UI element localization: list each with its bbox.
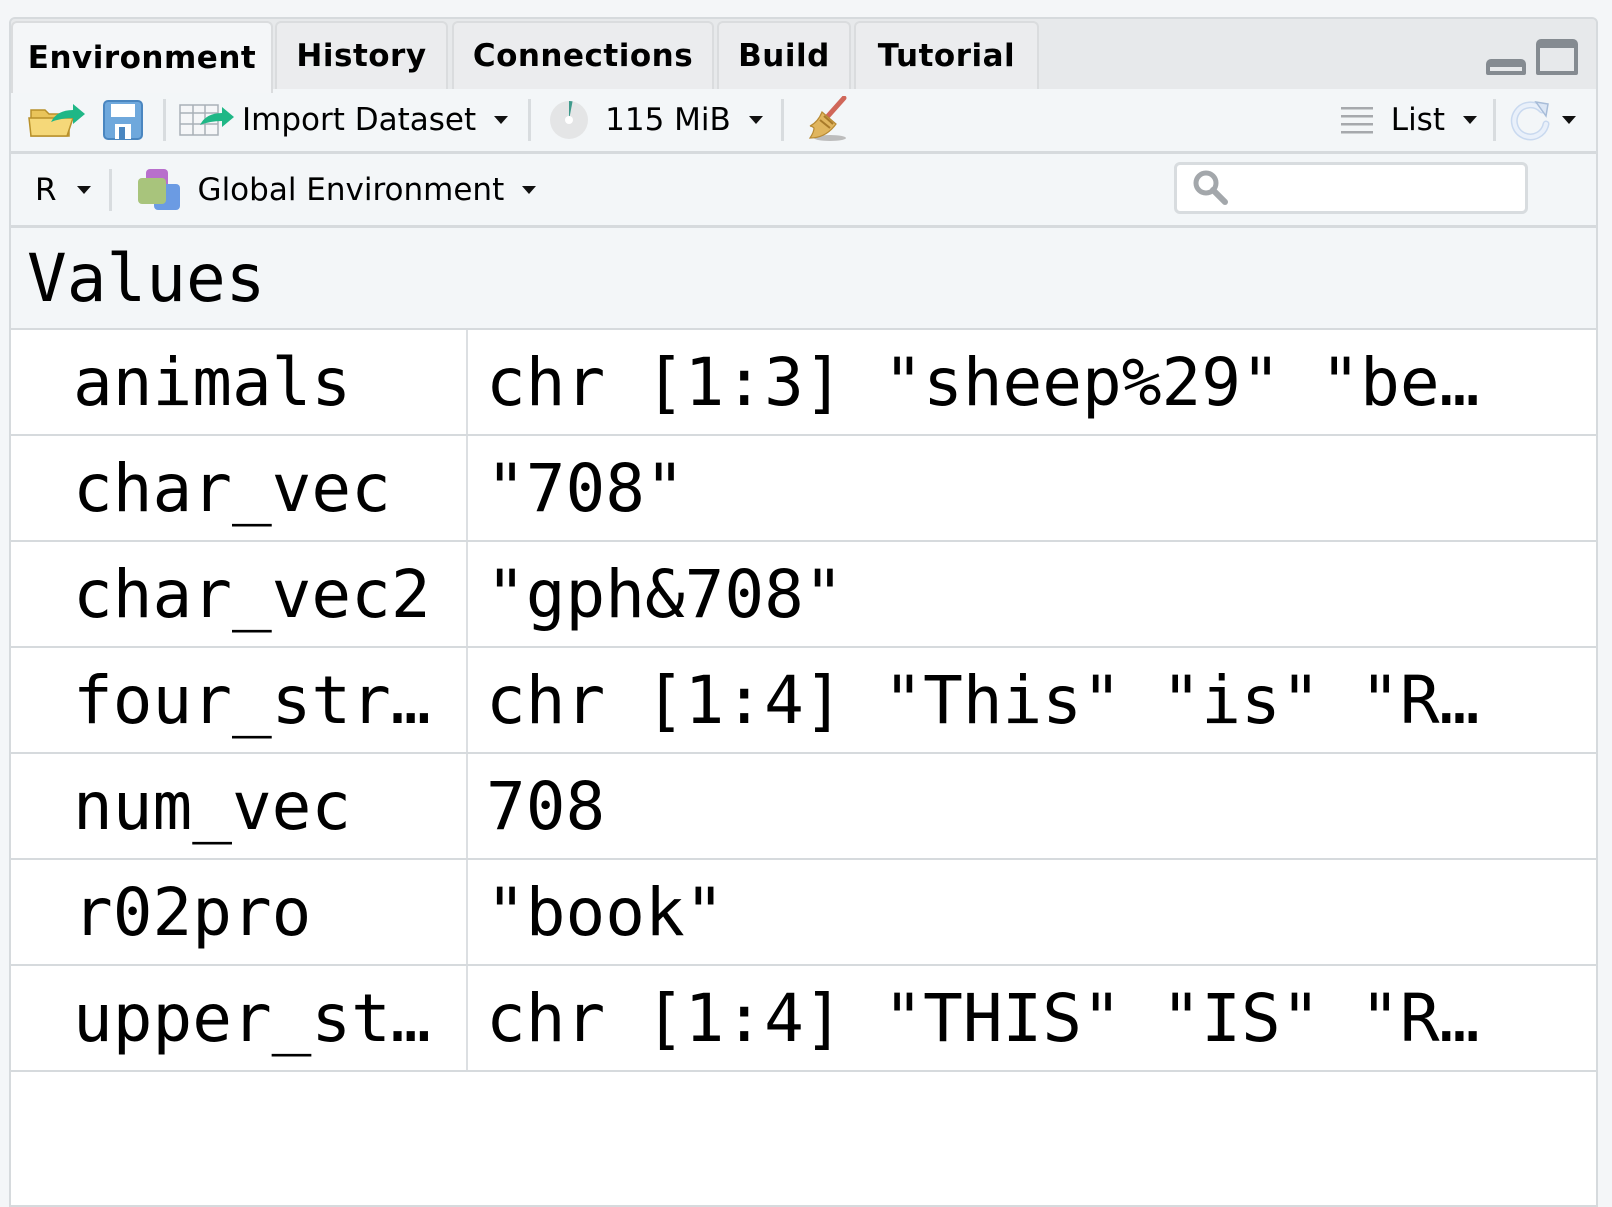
chevron-down-icon — [1562, 116, 1576, 124]
toolbar-divider — [1493, 99, 1496, 141]
variable-name: char_vec — [11, 436, 468, 540]
values-list: animals chr [1:3] "sheep%29" "be… char_ve… — [11, 330, 1596, 1072]
variable-name: r02pro — [11, 860, 468, 964]
tab-label: Connections — [472, 38, 694, 74]
language-selector[interactable]: R — [35, 172, 91, 208]
tab-label: History — [296, 38, 427, 74]
tab-connections[interactable]: Connections — [452, 21, 714, 89]
environment-toolbar: Import Dataset 115 MiB List — [11, 89, 1596, 154]
toolbar-divider — [163, 99, 166, 141]
search-icon — [1191, 168, 1231, 208]
memory-usage-button[interactable]: 115 MiB — [543, 100, 763, 140]
variable-value: "book" — [486, 873, 725, 951]
variable-name: num_vec — [11, 754, 468, 858]
save-workspace-button[interactable] — [103, 100, 143, 140]
variable-value: "708" — [486, 449, 685, 527]
variable-name: upper_st… — [11, 966, 468, 1070]
minimize-pane-icon[interactable] — [1486, 59, 1526, 75]
memory-pie-icon — [549, 100, 589, 140]
variable-value: chr [1:4] "This" "is" "R… — [486, 661, 1480, 739]
variable-name: four_str… — [11, 648, 468, 752]
tab-environment[interactable]: Environment — [11, 21, 273, 93]
environment-pane: Environment History Connections Build Tu… — [9, 17, 1598, 1207]
chevron-down-icon — [1463, 116, 1477, 124]
chevron-down-icon — [522, 185, 537, 194]
table-row[interactable]: char_vec "708" — [11, 436, 1596, 542]
refresh-icon — [1508, 98, 1552, 142]
tab-label: Tutorial — [877, 38, 1016, 74]
load-workspace-button[interactable] — [27, 100, 89, 140]
chevron-down-icon — [748, 116, 763, 124]
environment-stack-icon — [136, 168, 182, 212]
table-row[interactable]: four_str… chr [1:4] "This" "is" "R… — [11, 648, 1596, 754]
pane-window-controls — [1486, 39, 1578, 75]
import-dataset-button[interactable]: Import Dataset — [178, 101, 509, 139]
environment-bar: R Global Environment — [11, 154, 1596, 228]
save-disk-icon — [103, 100, 143, 140]
section-title: Values — [27, 239, 266, 317]
view-mode-label: List — [1390, 102, 1445, 138]
memory-usage-label: 115 MiB — [605, 102, 731, 138]
variable-name: animals — [11, 330, 468, 434]
environment-content: Values animals chr [1:3] "sheep%29" "be… … — [11, 228, 1596, 1205]
open-folder-icon — [27, 100, 89, 140]
list-lines-icon — [1339, 104, 1375, 136]
broom-icon — [802, 96, 852, 144]
table-row[interactable]: char_vec2 "gph&708" — [11, 542, 1596, 648]
tab-build[interactable]: Build — [717, 21, 851, 89]
table-row[interactable]: animals chr [1:3] "sheep%29" "be… — [11, 330, 1596, 436]
chevron-down-icon — [76, 185, 91, 194]
table-row[interactable]: upper_st… chr [1:4] "THIS" "IS" "R… — [11, 966, 1596, 1072]
section-header-values: Values — [11, 228, 1596, 330]
environment-search[interactable] — [1174, 162, 1559, 214]
toolbar-divider — [528, 99, 532, 141]
table-row[interactable]: r02pro "book" — [11, 860, 1596, 966]
search-input[interactable] — [1231, 172, 1559, 204]
variable-value: "gph&708" — [486, 555, 844, 633]
table-row[interactable]: num_vec 708 — [11, 754, 1596, 860]
toolbar-divider — [108, 168, 112, 211]
environment-label: Global Environment — [197, 171, 505, 208]
maximize-pane-icon[interactable] — [1536, 39, 1578, 75]
variable-value: 708 — [486, 767, 606, 845]
variable-name: char_vec2 — [11, 542, 468, 646]
refresh-button[interactable] — [1508, 98, 1576, 142]
import-dataset-label: Import Dataset — [242, 102, 477, 138]
toolbar-divider — [780, 99, 784, 141]
tab-history[interactable]: History — [275, 21, 448, 89]
variable-value: chr [1:4] "THIS" "IS" "R… — [486, 979, 1480, 1057]
chevron-down-icon — [494, 116, 509, 124]
tab-bar: Environment History Connections Build Tu… — [11, 19, 1596, 93]
environment-selector[interactable]: Global Environment — [136, 168, 537, 212]
view-mode-button[interactable]: List — [1339, 102, 1477, 138]
clear-workspace-button[interactable] — [802, 96, 852, 144]
language-label: R — [35, 171, 57, 208]
import-table-icon — [178, 101, 234, 139]
variable-value: chr [1:3] "sheep%29" "be… — [486, 343, 1480, 421]
tab-label: Environment — [27, 40, 257, 76]
tab-label: Build — [738, 38, 830, 74]
tab-tutorial[interactable]: Tutorial — [854, 21, 1039, 89]
